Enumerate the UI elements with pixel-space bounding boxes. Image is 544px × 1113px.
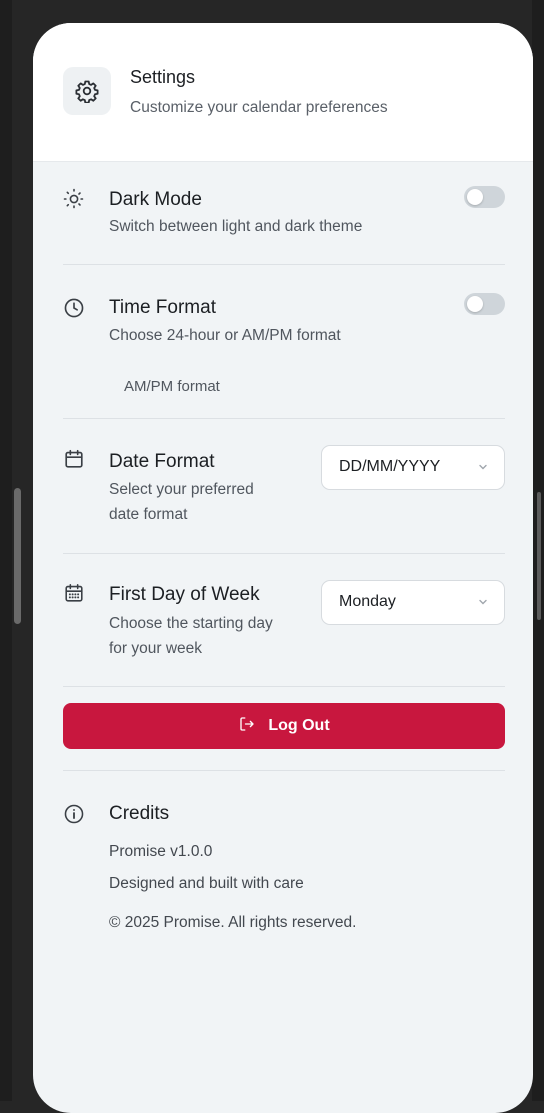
dark-mode-toggle[interactable] xyxy=(464,186,505,208)
first-day-selected: Monday xyxy=(339,593,396,610)
logout-label: Log Out xyxy=(268,717,330,734)
date-format-description-2: date format xyxy=(109,506,188,523)
credits-title: Credits xyxy=(109,803,170,824)
calendar-icon xyxy=(61,446,87,472)
date-format-description-1: Select your preferred xyxy=(109,481,254,498)
date-format-selected: DD/MM/YYYY xyxy=(339,458,441,475)
credits-version: Promise v1.0.0 xyxy=(109,843,213,860)
sun-icon xyxy=(61,186,87,212)
page-subtitle: Customize your calendar preferences xyxy=(130,99,388,116)
divider xyxy=(63,264,505,265)
time-format-label: Time Format xyxy=(109,297,216,318)
gear-icon xyxy=(63,67,111,115)
divider xyxy=(63,686,505,687)
first-day-select[interactable]: Monday xyxy=(321,580,505,625)
chevron-down-icon xyxy=(476,595,490,609)
page-title: Settings xyxy=(130,67,196,87)
divider xyxy=(63,770,505,771)
first-day-label: First Day of Week xyxy=(109,584,260,605)
chevron-down-icon xyxy=(476,460,490,474)
dark-mode-label: Dark Mode xyxy=(109,189,202,210)
divider xyxy=(63,418,505,419)
settings-header: Settings Customize your calendar prefere… xyxy=(33,23,533,162)
logout-icon xyxy=(238,715,256,738)
first-day-description-2: for your week xyxy=(109,640,203,657)
toggle-knob xyxy=(467,296,483,312)
info-icon xyxy=(61,801,87,827)
clock-icon xyxy=(61,295,87,321)
first-day-description-1: Choose the starting day xyxy=(109,615,273,632)
calendar-grid-icon xyxy=(61,580,87,606)
time-format-toggle[interactable] xyxy=(464,293,505,315)
scroll-handle-left[interactable] xyxy=(14,488,21,624)
date-format-select[interactable]: DD/MM/YYYY xyxy=(321,445,505,490)
credits-copyright: © 2025 Promise. All rights reserved. xyxy=(109,914,357,931)
date-format-label: Date Format xyxy=(109,451,215,472)
scroll-handle-right[interactable] xyxy=(537,492,541,620)
logout-button[interactable]: Log Out xyxy=(63,703,505,749)
dark-mode-description: Switch between light and dark theme xyxy=(109,218,363,235)
window-frame-left xyxy=(0,0,12,1101)
credits-tagline: Designed and built with care xyxy=(109,875,304,892)
settings-panel: Settings Customize your calendar prefere… xyxy=(33,23,533,1113)
divider xyxy=(63,553,505,554)
time-format-description: Choose 24-hour or AM/PM format xyxy=(109,327,341,344)
time-format-current: AM/PM format xyxy=(124,378,220,395)
toggle-knob xyxy=(467,189,483,205)
